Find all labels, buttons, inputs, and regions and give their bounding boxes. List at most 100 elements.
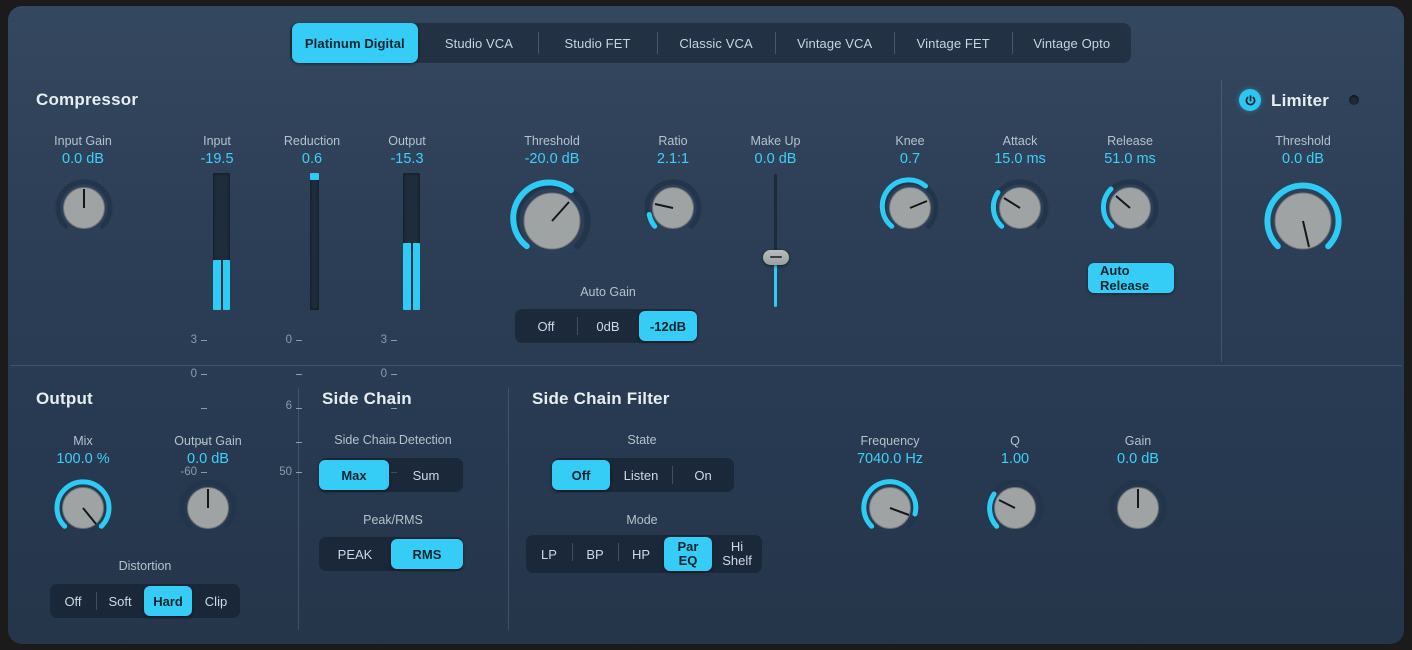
frequency-param: Frequency 7040.0 Hz <box>835 433 945 469</box>
tab-studio-vca[interactable]: Studio VCA <box>420 23 539 63</box>
tab-label: Vintage Opto <box>1033 36 1110 51</box>
distortion-option-soft[interactable]: Soft <box>96 584 144 618</box>
model-tab-bar: Platinum Digital Studio VCA Studio FET C… <box>290 23 1131 63</box>
reduction-tick-label-0: 0 <box>258 334 292 346</box>
output-meter-param: Output -15.3 <box>353 133 461 169</box>
output-tick-0 <box>391 340 397 341</box>
distortion-option-clip[interactable]: Clip <box>192 584 240 618</box>
seg-label: Off <box>64 595 81 608</box>
mode-segmented: LP BP HP ParEQ HiShelf <box>526 535 762 573</box>
tab-label: Platinum Digital <box>305 36 405 51</box>
reduction-tick-3 <box>296 442 302 443</box>
tab-studio-fet[interactable]: Studio FET <box>538 23 657 63</box>
make-up-slider-handle[interactable] <box>763 250 789 265</box>
tab-label: Vintage VCA <box>797 36 872 51</box>
attack-knob[interactable] <box>988 176 1052 240</box>
power-icon <box>1244 94 1257 107</box>
frequency-value: 7040.0 Hz <box>835 450 945 469</box>
threshold-knob[interactable] <box>509 178 595 264</box>
limiter-threshold-label: Threshold <box>1243 133 1363 150</box>
frequency-knob[interactable] <box>858 476 922 540</box>
seg-label: Max <box>341 469 366 482</box>
ratio-param: Ratio 2.1:1 <box>618 133 728 169</box>
section-title-compressor: Compressor <box>36 90 138 110</box>
make-up-param: Make Up 0.0 dB <box>723 133 828 169</box>
mix-label: Mix <box>28 433 138 450</box>
q-knob[interactable] <box>983 476 1047 540</box>
side-chain-detection-label: Side Chain Detection <box>317 432 469 449</box>
seg-label-line2: EQ <box>679 554 698 568</box>
peak-rms-option-rms[interactable]: RMS <box>391 539 463 569</box>
side-chain-filter-divider <box>508 388 509 630</box>
knee-value: 0.7 <box>855 150 965 169</box>
output-meter-label: Output <box>353 133 461 150</box>
q-value: 1.00 <box>960 450 1070 469</box>
state-option-on[interactable]: On <box>672 458 734 492</box>
tab-classic-vca[interactable]: Classic VCA <box>657 23 776 63</box>
distortion-option-hard[interactable]: Hard <box>144 586 192 616</box>
input-tick-1 <box>201 374 207 375</box>
tab-label: Studio FET <box>565 36 631 51</box>
seg-label-line1: Hi <box>731 540 743 554</box>
release-param: Release 51.0 ms <box>1075 133 1185 169</box>
state-label: State <box>566 432 718 449</box>
seg-label: 0dB <box>596 320 619 333</box>
side-chain-divider <box>298 388 299 630</box>
tab-vintage-opto[interactable]: Vintage Opto <box>1012 23 1131 63</box>
seg-label: RMS <box>413 548 442 561</box>
reduction-tick-0 <box>296 340 302 341</box>
limiter-threshold-value: 0.0 dB <box>1243 150 1363 169</box>
output-gain-param: Output Gain 0.0 dB <box>153 433 263 469</box>
limiter-divider <box>1221 80 1222 362</box>
release-value: 51.0 ms <box>1075 150 1185 169</box>
compressor-plugin-window: Platinum Digital Studio VCA Studio FET C… <box>8 6 1404 644</box>
output-tick-1 <box>391 374 397 375</box>
input-tick-4 <box>201 472 207 473</box>
distortion-option-off[interactable]: Off <box>50 584 96 618</box>
mode-option-hi-shelf[interactable]: HiShelf <box>712 535 762 573</box>
input-gain-knob[interactable] <box>52 176 116 240</box>
section-title-side-chain: Side Chain <box>322 389 412 409</box>
release-knob[interactable] <box>1098 176 1162 240</box>
auto-release-button[interactable]: Auto Release <box>1088 263 1174 293</box>
threshold-label: Threshold <box>487 133 617 150</box>
auto-gain-option-off[interactable]: Off <box>515 309 577 343</box>
input-gain-label: Input Gain <box>23 133 143 150</box>
seg-label: Off <box>537 320 554 333</box>
mode-option-bp[interactable]: BP <box>572 535 618 573</box>
peak-rms-label: Peak/RMS <box>317 512 469 529</box>
reduction-tick-label-2: 6 <box>258 400 292 412</box>
seg-label: BP <box>586 548 603 561</box>
limiter-status-led <box>1349 95 1359 105</box>
output-gain-knob[interactable] <box>176 476 240 540</box>
tab-vintage-fet[interactable]: Vintage FET <box>894 23 1013 63</box>
mode-option-lp[interactable]: LP <box>526 535 572 573</box>
filter-gain-value: 0.0 dB <box>1083 450 1193 469</box>
tab-vintage-vca[interactable]: Vintage VCA <box>775 23 894 63</box>
input-meter-channel-split <box>221 260 223 310</box>
mix-knob[interactable] <box>51 476 115 540</box>
mode-option-hp[interactable]: HP <box>618 535 664 573</box>
seg-label: On <box>694 469 711 482</box>
output-tick-label-0: 3 <box>353 334 387 346</box>
ratio-knob[interactable] <box>641 176 705 240</box>
limiter-threshold-knob[interactable] <box>1260 178 1346 264</box>
peak-rms-option-peak[interactable]: PEAK <box>319 537 391 571</box>
state-option-off[interactable]: Off <box>552 460 610 490</box>
section-title-limiter: Limiter <box>1271 91 1329 111</box>
ratio-label: Ratio <box>618 133 728 150</box>
section-title-output: Output <box>36 389 93 409</box>
limiter-threshold-param: Threshold 0.0 dB <box>1243 133 1363 169</box>
make-up-slider[interactable] <box>723 174 828 309</box>
state-option-listen[interactable]: Listen <box>610 458 672 492</box>
auto-gain-option-minus12db[interactable]: -12dB <box>639 311 697 341</box>
limiter-power-button[interactable] <box>1239 89 1261 111</box>
auto-gain-option-0db[interactable]: 0dB <box>577 309 639 343</box>
side-chain-detection-option-sum[interactable]: Sum <box>389 458 463 492</box>
reduction-meter-track <box>310 173 319 310</box>
mode-option-par-eq[interactable]: ParEQ <box>664 537 712 571</box>
knee-knob[interactable] <box>878 176 942 240</box>
side-chain-detection-option-max[interactable]: Max <box>319 460 389 490</box>
filter-gain-knob[interactable] <box>1106 476 1170 540</box>
tab-platinum-digital[interactable]: Platinum Digital <box>292 23 418 63</box>
